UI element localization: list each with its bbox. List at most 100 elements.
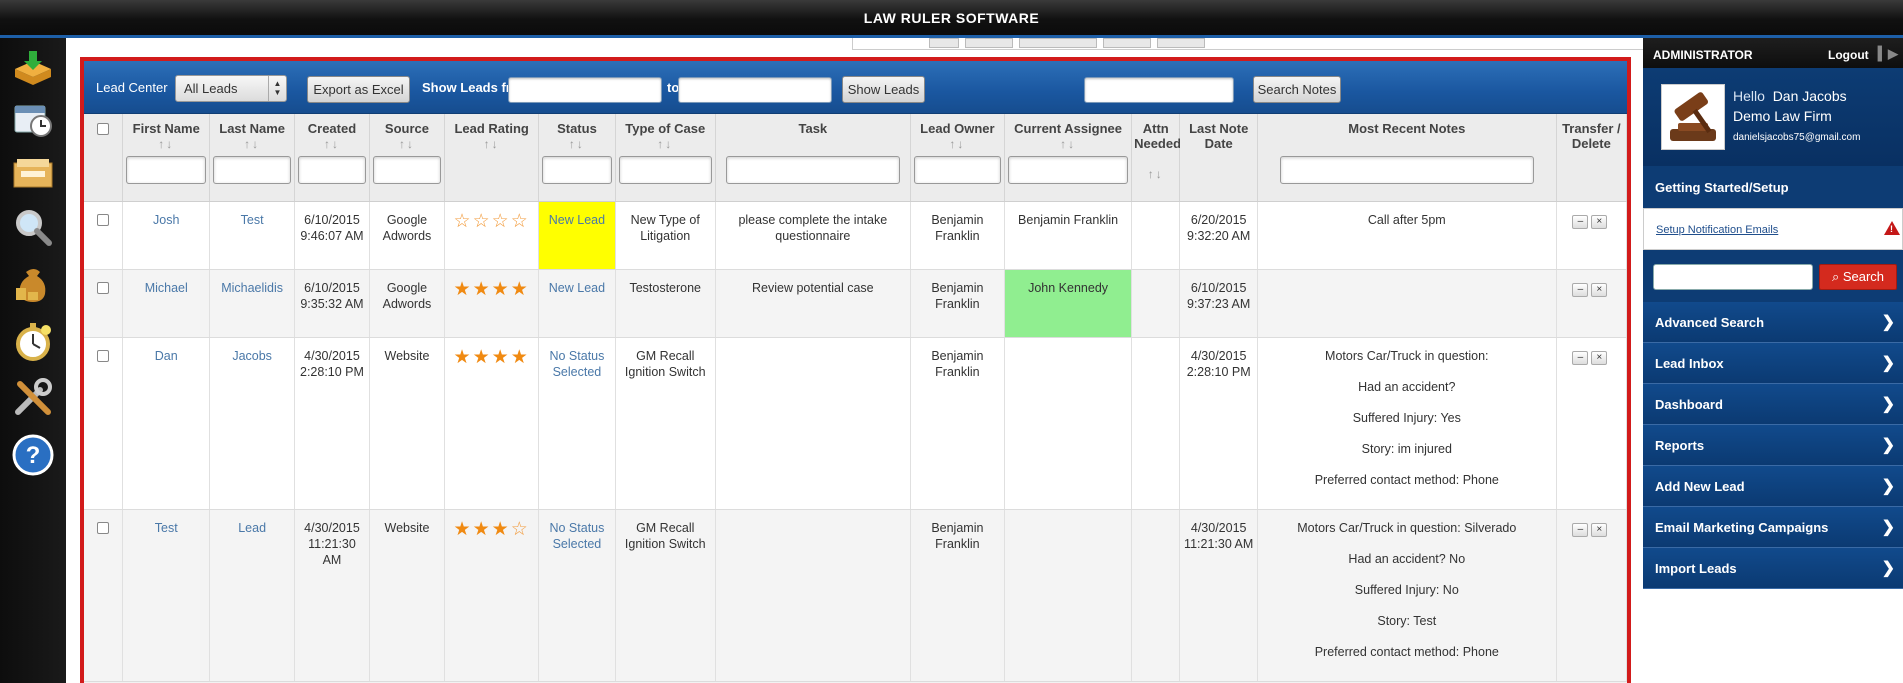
star-filled-icon[interactable]: ★ bbox=[492, 519, 511, 540]
status-cell[interactable]: No Status Selected bbox=[538, 337, 616, 510]
first-name-cell[interactable]: Test bbox=[122, 509, 211, 682]
col-most-recent-notes[interactable]: Most Recent Notes bbox=[1257, 114, 1557, 202]
star-rating[interactable]: ☆☆☆☆ bbox=[454, 211, 530, 232]
sort-arrows-icon[interactable]: ↑↓ bbox=[913, 137, 1002, 151]
col-type-of-case[interactable]: Type of Case ↑↓ bbox=[615, 114, 716, 202]
col-lead-rating[interactable]: Lead Rating ↑↓ bbox=[444, 114, 540, 202]
table-row[interactable]: Dan Jacobs 4/30/2015 2:28:10 PM Website ★★★★… bbox=[84, 337, 1627, 510]
col-created[interactable]: Created ↑↓ bbox=[294, 114, 370, 202]
sidebar-item-add-new-lead[interactable]: Add New Lead ❯ bbox=[1643, 466, 1903, 507]
sidebar-item-dashboard[interactable]: Dashboard ❯ bbox=[1643, 384, 1903, 425]
col-last-name[interactable]: Last Name ↑↓ bbox=[209, 114, 295, 202]
transfer-button[interactable]: – bbox=[1572, 350, 1589, 365]
sidebar-item-reports[interactable]: Reports ❯ bbox=[1643, 425, 1903, 466]
transfer-button[interactable]: – bbox=[1572, 522, 1589, 537]
sidebar-search-button[interactable]: ⌕ Search bbox=[1819, 264, 1897, 290]
first-name-cell[interactable]: Dan bbox=[122, 337, 211, 510]
sidebar-search-input[interactable] bbox=[1653, 264, 1813, 290]
filter-created[interactable] bbox=[297, 156, 366, 184]
star-rating[interactable]: ★★★☆ bbox=[454, 519, 530, 540]
money-bags-icon[interactable] bbox=[10, 260, 56, 306]
delete-button[interactable]: × bbox=[1591, 522, 1608, 537]
transfer-button[interactable]: – bbox=[1572, 214, 1589, 229]
star-filled-icon[interactable]: ★ bbox=[454, 279, 473, 300]
star-filled-icon[interactable]: ★ bbox=[473, 347, 492, 368]
filter-task[interactable] bbox=[725, 156, 900, 184]
table-row[interactable]: Josh Test 6/10/2015 9:46:07 AM Google Adwor… bbox=[84, 201, 1627, 270]
last-name-cell[interactable]: Test bbox=[209, 201, 295, 270]
sort-arrows-icon[interactable]: ↑↓ bbox=[541, 137, 612, 151]
export-excel-button[interactable]: Export as Excel bbox=[307, 76, 410, 103]
status-cell[interactable]: New Lead bbox=[538, 269, 616, 338]
star-filled-icon[interactable]: ★ bbox=[511, 279, 530, 300]
search-notes-input[interactable] bbox=[1084, 77, 1234, 103]
col-attn-needed[interactable]: Attn Needed ↑↓ bbox=[1131, 114, 1181, 202]
sort-arrows-icon[interactable]: ↑↓ bbox=[297, 137, 367, 151]
filter-status[interactable] bbox=[542, 156, 612, 184]
last-name-cell[interactable]: Jacobs bbox=[209, 337, 295, 510]
filter-last-name[interactable] bbox=[213, 156, 291, 184]
lead-filter-select[interactable]: All Leads ▲ ▼ bbox=[175, 75, 287, 102]
transfer-button[interactable]: – bbox=[1572, 282, 1589, 297]
filter-source[interactable] bbox=[372, 156, 441, 184]
lead-rating-cell[interactable]: ★★★☆ bbox=[444, 509, 540, 682]
col-last-note-date[interactable]: Last Note Date bbox=[1179, 114, 1258, 202]
star-filled-icon[interactable]: ★ bbox=[492, 347, 511, 368]
star-rating[interactable]: ★★★★ bbox=[454, 279, 530, 300]
star-empty-icon[interactable]: ☆ bbox=[454, 211, 473, 232]
date-from-input[interactable] bbox=[508, 77, 662, 103]
col-first-name[interactable]: First Name ↑↓ bbox=[122, 114, 211, 202]
pager-button[interactable] bbox=[929, 38, 959, 48]
filter-lead-owner[interactable] bbox=[913, 156, 1002, 184]
leads-inbox-icon[interactable] bbox=[10, 44, 56, 90]
table-row[interactable]: Test Lead 4/30/2015 11:21:30 AM Website ★★★☆… bbox=[84, 509, 1627, 682]
row-checkbox[interactable] bbox=[97, 349, 110, 362]
status-cell[interactable]: No Status Selected bbox=[538, 509, 616, 682]
star-empty-icon[interactable]: ☆ bbox=[473, 211, 492, 232]
sort-arrows-icon[interactable]: ↑↓ bbox=[372, 137, 442, 151]
sort-arrows-icon[interactable]: ↑↓ bbox=[1134, 167, 1177, 181]
col-current-assignee[interactable]: Current Assignee ↑↓ bbox=[1004, 114, 1133, 202]
filter-current-assignee[interactable] bbox=[1008, 156, 1129, 184]
date-to-input[interactable] bbox=[678, 77, 832, 103]
sidebar-item-lead-inbox[interactable]: Lead Inbox ❯ bbox=[1643, 343, 1903, 384]
delete-button[interactable]: × bbox=[1591, 282, 1608, 297]
sort-arrows-icon[interactable]: ↑↓ bbox=[125, 137, 207, 151]
show-leads-button[interactable]: Show Leads bbox=[842, 76, 925, 103]
sort-arrows-icon[interactable]: ↑↓ bbox=[212, 137, 292, 151]
col-source[interactable]: Source ↑↓ bbox=[369, 114, 445, 202]
sidebar-item-advanced-search[interactable]: Advanced Search ❯ bbox=[1643, 302, 1903, 343]
search-magnifier-icon[interactable] bbox=[10, 204, 56, 250]
star-rating[interactable]: ★★★★ bbox=[454, 347, 530, 368]
status-cell[interactable]: New Lead bbox=[538, 201, 616, 270]
pager-button[interactable] bbox=[1103, 38, 1151, 48]
star-empty-icon[interactable]: ☆ bbox=[511, 211, 530, 232]
star-filled-icon[interactable]: ★ bbox=[473, 279, 492, 300]
sort-arrows-icon[interactable]: ↑↓ bbox=[1007, 137, 1129, 151]
table-row[interactable]: Michael Michaelidis 6/10/2015 9:35:32 AM Go… bbox=[84, 269, 1627, 338]
getting-started-heading[interactable]: Getting Started/Setup bbox=[1643, 166, 1903, 208]
sort-arrows-icon[interactable]: ↑↓ bbox=[447, 137, 536, 151]
lead-rating-cell[interactable]: ★★★★ bbox=[444, 337, 540, 510]
select-all-checkbox[interactable] bbox=[97, 123, 110, 135]
tools-icon[interactable] bbox=[10, 374, 56, 420]
stopwatch-icon[interactable] bbox=[10, 318, 56, 364]
last-name-cell[interactable]: Michaelidis bbox=[209, 269, 295, 338]
first-name-cell[interactable]: Josh bbox=[122, 201, 211, 270]
star-filled-icon[interactable]: ★ bbox=[511, 347, 530, 368]
setup-notification-link[interactable]: Setup Notification Emails bbox=[1656, 224, 1778, 236]
col-lead-owner[interactable]: Lead Owner ↑↓ bbox=[910, 114, 1006, 202]
last-name-cell[interactable]: Lead bbox=[209, 509, 295, 682]
filter-first-name[interactable] bbox=[126, 156, 207, 184]
row-checkbox[interactable] bbox=[97, 213, 110, 226]
sidebar-item-email-marketing-campaigns[interactable]: Email Marketing Campaigns ❯ bbox=[1643, 507, 1903, 548]
sort-arrows-icon[interactable]: ↑↓ bbox=[618, 137, 713, 151]
search-notes-button[interactable]: Search Notes bbox=[1253, 76, 1341, 103]
row-checkbox[interactable] bbox=[97, 281, 110, 294]
logout-icon[interactable]: ▍▶ bbox=[1878, 46, 1898, 62]
lead-rating-cell[interactable]: ★★★★ bbox=[444, 269, 540, 338]
star-filled-icon[interactable]: ★ bbox=[492, 279, 511, 300]
row-checkbox[interactable] bbox=[97, 521, 110, 534]
pager-button[interactable] bbox=[965, 38, 1013, 48]
star-empty-icon[interactable]: ☆ bbox=[511, 519, 530, 540]
